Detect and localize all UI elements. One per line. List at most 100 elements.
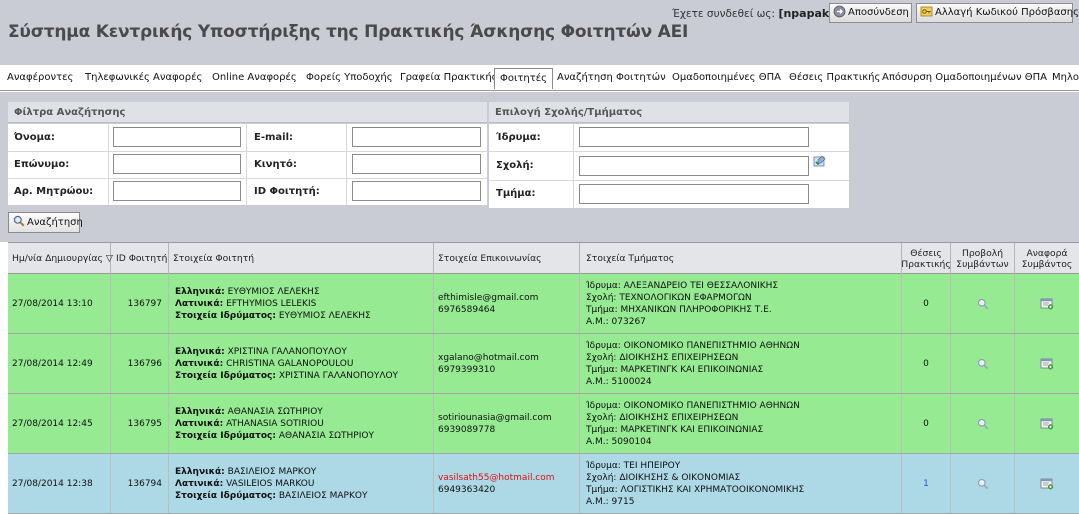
- school-input[interactable]: [579, 156, 809, 176]
- nav-item-internship-positions[interactable]: Θέσεις Πρακτικής: [789, 72, 880, 83]
- col-student-id[interactable]: ID Φοιτητή: [111, 243, 169, 274]
- student-phone: 6979399310: [438, 364, 496, 375]
- nav-item-more[interactable]: Μηλο: [1052, 72, 1079, 83]
- nav-item-reporters[interactable]: Αναφέροντες: [7, 72, 73, 83]
- reg-no-label: Αρ. Μητρώου:: [14, 186, 94, 197]
- student-name-institution: ΧΡΙΣΤΙΝΑ ΓΑΛΑΝΟΠΟΥΛΟΥ: [278, 370, 399, 381]
- dept-institution: Ίδρυμα: ΟΙΚΟΝΟΜΙΚΟ ΠΑΝΕΠΙΣΤΗΜΙΟ ΑΘΗΝΩΝ: [586, 400, 800, 411]
- positions-count: 0: [923, 418, 929, 429]
- table-header: Ημ/νία Δημιουργίας ▽ ID Φοιτητή Στοιχεία…: [8, 242, 1079, 274]
- col-created[interactable]: Ημ/νία Δημιουργίας ▽: [8, 243, 113, 274]
- report-add-icon[interactable]: [1040, 298, 1054, 310]
- search-button[interactable]: Αναζήτηση: [8, 212, 83, 233]
- cell-view-contracts: [951, 394, 1015, 453]
- institution-input[interactable]: [579, 127, 809, 147]
- col-student-info: Στοιχεία Φοιτητή: [169, 243, 434, 274]
- col-dept-info: Στοιχεία Τμήματος: [580, 243, 902, 274]
- dept-school: Σχολή: ΔΙΟΙΚΗΣΗΣ ΕΠΙΧΕΙΡΗΣΕΩΝ: [586, 352, 739, 363]
- mobile-label: Κινητό:: [254, 159, 297, 170]
- dept-am: Α.Μ.: 5090104: [586, 436, 652, 447]
- name-input[interactable]: [113, 127, 241, 147]
- mobile-input[interactable]: [352, 154, 481, 174]
- student-name-latin: VASILEIOS MARKOU: [226, 478, 315, 489]
- dept-am: Α.Μ.: 073267: [586, 316, 646, 327]
- col-report-contract: Αναφορά Συμβάντος: [1021, 247, 1073, 270]
- cell-contact-info: vasilsath55@hotmail.com 6949363420: [434, 454, 580, 513]
- table-row: 27/08/2014 13:10 136797 Ελληνικά: ΕΥΘΥΜΙΟΣ…: [8, 274, 1079, 334]
- cell-date: 27/08/2014 13:10: [8, 274, 111, 333]
- dept-am: Α.Μ.: 9715: [586, 496, 635, 507]
- reg-no-input[interactable]: [113, 181, 241, 201]
- nav-item-phone-reports[interactable]: Τηλεφωνικές Αναφορές: [85, 72, 202, 83]
- institution-data-label: Στοιχεία Ιδρύματος:: [175, 370, 276, 381]
- cell-report-contract: [1015, 274, 1079, 333]
- cell-positions: 1: [902, 454, 951, 513]
- magnifier-icon[interactable]: [977, 478, 989, 490]
- student-id-label: ID Φοιτητή:: [254, 186, 320, 197]
- nav-item-grouped-positions[interactable]: Ομαδοποιημένες ΘΠΑ: [672, 72, 781, 83]
- cell-student-info: Ελληνικά: ΑΘΑΝΑΣΙΑ ΣΩΤΗΡΙΟΥ Λατινικά: ATH…: [169, 394, 434, 453]
- edit-check-icon[interactable]: [813, 155, 827, 169]
- col-contact-info: Στοιχεία Επικοινωνίας: [434, 243, 580, 274]
- table-row: 27/08/2014 12:38 136794 Ελληνικά: ΒΑΣΙΛΕΙΟ…: [8, 454, 1079, 514]
- magnifier-icon[interactable]: [977, 298, 989, 310]
- header: Σύστημα Κεντρικής Υποστήριξης της Πρακτι…: [0, 0, 1079, 65]
- student-name-greek: ΧΡΙΣΤΙΝΑ ΓΑΛΑΝΟΠΟΥΛΟΥ: [227, 346, 347, 357]
- dept-school: Σχολή: ΤΕΧΝΟΛΟΓΙΚΩΝ ΕΦΑΡΜΟΓΩΝ: [586, 292, 752, 303]
- dept-department: Τμήμα: ΛΟΓΙΣΤΙΚΗΣ ΚΑΙ ΧΡΗΜΑΤΟΟΙΚΟΝΟΜΙΚΗΣ: [586, 484, 805, 495]
- nav-item-students[interactable]: Φοιτητές: [494, 68, 554, 89]
- cell-student-id: 136797: [111, 274, 169, 333]
- report-add-icon[interactable]: [1040, 478, 1054, 490]
- nav-item-internship-offices[interactable]: Γραφεία Πρακτικής: [400, 72, 498, 83]
- report-add-icon[interactable]: [1040, 418, 1054, 430]
- greek-label: Ελληνικά:: [175, 346, 225, 357]
- cell-contact-info: efthimisle@gmail.com 6976589464: [434, 274, 580, 333]
- cell-report-contract: [1015, 454, 1079, 513]
- filters-panel: Όνομα: Επώνυμο: Αρ. Μητρώου: E-mail: Κιν…: [8, 124, 487, 205]
- student-name-institution: ΑΘΑΝΑΣΙΑ ΣΩΤΗΡΙΟΥ: [278, 430, 374, 441]
- department-label: Τμήμα:: [496, 188, 536, 199]
- latin-label: Λατινικά:: [175, 478, 224, 489]
- nav-item-student-search[interactable]: Αναζήτηση Φοιτητών: [557, 72, 666, 83]
- cell-dept-info: Ίδρυμα: ΑΛΕΞΑΝΔΡΕΙΟ ΤΕΙ ΘΕΣΣΑΛΟΝΙΚΗΣ Σχολ…: [580, 274, 902, 333]
- student-id-input[interactable]: [352, 181, 481, 201]
- change-password-button[interactable]: Αλλαγή Κωδικού Πρόσβασης: [916, 3, 1079, 23]
- cell-view-contracts: [951, 454, 1015, 513]
- surname-input[interactable]: [113, 154, 241, 174]
- dept-am: Α.Μ.: 5100024: [586, 376, 652, 387]
- student-name-greek: ΒΑΣΙΛΕΙΟΣ ΜΑΡΚΟΥ: [227, 466, 317, 477]
- student-email: sotiriounasia@gmail.com: [438, 412, 552, 423]
- cell-date: 27/08/2014 12:38: [8, 454, 111, 513]
- nav-item-online-reports[interactable]: Online Αναφορές: [212, 72, 297, 83]
- nav-item-withdraw-grouped[interactable]: Απόσυρση Ομαδοποιημένων ΘΠΑ: [882, 72, 1047, 83]
- main-nav: Αναφέροντες Τηλεφωνικές Αναφορές Online …: [0, 66, 1079, 91]
- logout-button[interactable]: Αποσύνδεση: [829, 3, 912, 23]
- magnifier-icon[interactable]: [977, 418, 989, 430]
- cell-positions: 0: [902, 334, 951, 393]
- student-email[interactable]: vasilsath55@hotmail.com: [438, 472, 555, 484]
- department-input[interactable]: [579, 184, 809, 204]
- col-positions: Θέσεις Πρακτικής: [901, 243, 951, 274]
- school-label: Σχολή:: [496, 160, 534, 171]
- surname-label: Επώνυμο:: [14, 159, 70, 170]
- student-name-institution: ΕΥΘΥΜΙΟΣ ΛΕΛΕΚΗΣ: [278, 310, 371, 321]
- magnifier-icon[interactable]: [977, 358, 989, 370]
- change-password-label: Αλλαγή Κωδικού Πρόσβασης: [935, 7, 1079, 18]
- search-button-label: Αναζήτηση: [27, 217, 83, 228]
- email-input[interactable]: [352, 127, 481, 147]
- positions-count[interactable]: 1: [923, 479, 929, 489]
- school-select-panel: Ίδρυμα: Σχολή: Τμήμα:: [489, 124, 849, 208]
- col-view-contracts: Προβολή Συμβάντων: [951, 243, 1015, 274]
- nav-item-host-organizations[interactable]: Φορείς Υποδοχής: [306, 72, 393, 83]
- magnifier-icon: [13, 215, 25, 227]
- dept-institution: Ίδρυμα: ΟΙΚΟΝΟΜΙΚΟ ΠΑΝΕΠΙΣΤΗΜΙΟ ΑΘΗΝΩΝ: [586, 340, 800, 351]
- cell-dept-info: Ίδρυμα: ΟΙΚΟΝΟΜΙΚΟ ΠΑΝΕΠΙΣΤΗΜΙΟ ΑΘΗΝΩΝ Σχ…: [580, 394, 902, 453]
- cell-date: 27/08/2014 12:49: [8, 334, 111, 393]
- cell-student-info: Ελληνικά: ΕΥΘΥΜΙΟΣ ΛΕΛΕΚΗΣ Λατινικά: EFTH…: [169, 274, 434, 333]
- report-add-icon[interactable]: [1040, 358, 1054, 370]
- key-icon: [920, 6, 933, 17]
- login-prefix: Έχετε συνδεθεί ως:: [672, 8, 776, 20]
- cell-contact-info: sotiriounasia@gmail.com 6939089778: [434, 394, 580, 453]
- cell-student-id: 136795: [111, 394, 169, 453]
- student-phone: 6939089778: [438, 424, 496, 435]
